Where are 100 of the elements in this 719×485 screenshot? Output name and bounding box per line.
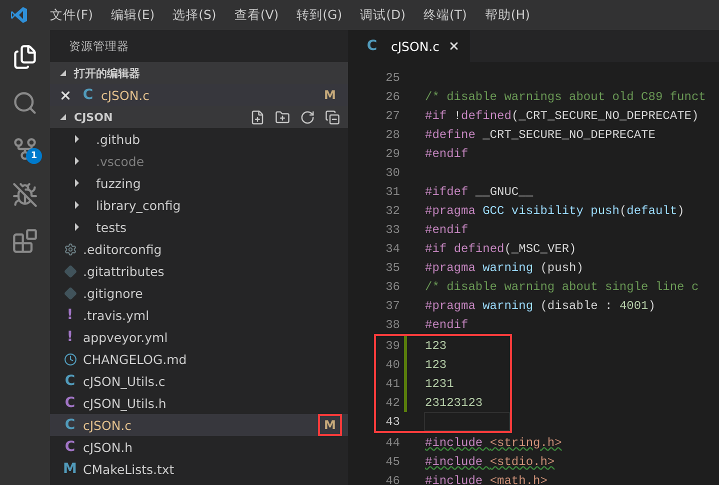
code-token: #endif	[425, 146, 468, 160]
line-number: 27	[384, 108, 400, 122]
code-token: GCC visibility push	[482, 204, 620, 218]
close-icon[interactable]	[58, 88, 72, 102]
file-tree-item[interactable]: C cJSON.h	[50, 436, 348, 458]
code-token: 123	[425, 338, 447, 352]
files-icon	[12, 44, 38, 70]
code-token: warning	[482, 260, 534, 274]
file-type-icon: !	[62, 329, 78, 345]
code-token: default	[626, 204, 678, 218]
file-type-icon: C	[62, 395, 78, 411]
code-token: (push)	[539, 260, 584, 274]
code-token: #if	[425, 242, 448, 256]
code-token: 123	[425, 358, 447, 372]
count-badge: 1	[26, 148, 42, 164]
line-number: 35	[384, 260, 400, 274]
file-tree-item[interactable]: C cJSON_Utils.c	[50, 370, 348, 392]
bug-off-icon	[12, 182, 38, 208]
file-tree-item[interactable]: M CMakeLists.txt	[50, 458, 348, 480]
line-number: 34	[384, 242, 400, 256]
line-number: 41	[384, 376, 400, 390]
code-token: #endif	[425, 318, 468, 332]
file-tree-item[interactable]: C cJSON.c M	[50, 414, 348, 436]
gear-icon	[62, 241, 78, 257]
code-token: (_CRT_SECURE_NO_DEPRECATE)	[511, 108, 699, 122]
code-token: (_MSC_VER)	[504, 242, 576, 256]
extensions-icon	[12, 228, 38, 254]
code-token: #include	[425, 474, 484, 485]
code-token: warning	[482, 298, 534, 312]
code-token: /* disable warnings about old C89 funct	[425, 90, 706, 104]
file-tree-item[interactable]: ! appveyor.yml	[50, 326, 348, 348]
file-tree-item[interactable]: .gitattributes	[50, 260, 348, 282]
code-token: !	[454, 108, 462, 122]
code-token: 23123123	[425, 396, 483, 410]
expand-triangle-icon[interactable]	[72, 178, 82, 188]
line-number: 25	[384, 70, 400, 84]
code-token: #endif	[425, 222, 468, 236]
file-tree-item[interactable]: .editorconfig	[50, 238, 348, 260]
file-tree-item[interactable]: fuzzing	[50, 172, 348, 194]
menu-item[interactable]: 文件(F)	[41, 6, 102, 24]
new-folder-icon[interactable]	[275, 110, 290, 124]
code-token: defined	[461, 108, 512, 122]
menu-item[interactable]: 帮助(H)	[476, 6, 540, 24]
code-token: #if	[425, 108, 448, 122]
line-number: 46	[384, 474, 400, 485]
code-token: )	[648, 298, 656, 312]
file-tree-item[interactable]: ! .travis.yml	[50, 304, 348, 326]
file-tree-item[interactable]: C cJSON_Utils.h	[50, 392, 348, 414]
section-header[interactable]: 打开的编辑器	[50, 62, 348, 84]
line-number: 30	[384, 166, 400, 180]
modified-indicator: M	[323, 87, 337, 104]
menu-item[interactable]: 查看(V)	[225, 6, 288, 24]
collapse-all-icon[interactable]	[325, 110, 340, 124]
line-number: 38	[384, 318, 400, 332]
code-token: __GNUC__	[475, 184, 534, 198]
collapse-triangle-icon[interactable]	[58, 68, 68, 78]
code-token: /* disable warning about single line c	[425, 280, 699, 294]
menu-item[interactable]: 选择(S)	[164, 6, 226, 24]
menu-item[interactable]: 调试(D)	[351, 6, 414, 24]
collapse-triangle-icon[interactable]	[58, 112, 68, 122]
expand-triangle-icon[interactable]	[72, 134, 82, 144]
modified-indicator: M	[318, 414, 342, 436]
file-tree-item[interactable]: .gitignore	[50, 282, 348, 304]
new-file-icon[interactable]	[250, 110, 265, 124]
section-header[interactable]: CJSON	[50, 106, 348, 128]
search-icon	[12, 90, 38, 116]
expand-triangle-icon[interactable]	[72, 156, 82, 166]
editor-tab[interactable]: C cJSON.c	[348, 30, 470, 62]
close-icon[interactable]	[448, 40, 460, 52]
file-type-icon: M	[62, 461, 78, 477]
file-tree-item[interactable]: .github	[50, 128, 348, 150]
file-tree-item[interactable]: .vscode	[50, 150, 348, 172]
code-token: (disable :	[539, 298, 614, 312]
code-token: #pragma	[425, 298, 476, 312]
line-number: 40	[384, 358, 400, 372]
expand-triangle-icon[interactable]	[72, 200, 82, 210]
code-token: 4001	[619, 298, 648, 312]
file-tree-item[interactable]: tests	[50, 216, 348, 238]
line-number: 45	[384, 454, 400, 468]
code-token: #define	[425, 128, 476, 142]
code-token: defined	[454, 242, 504, 256]
line-number: 42	[384, 396, 400, 410]
file-tree-item[interactable]: library_config	[50, 194, 348, 216]
line-number: 39	[384, 338, 400, 352]
open-editor-item[interactable]: C cJSON.c M	[50, 84, 348, 106]
file-type-icon: !	[62, 307, 78, 323]
clock-icon	[62, 351, 78, 367]
refresh-icon[interactable]	[300, 110, 315, 124]
file-type-icon: C	[62, 417, 78, 433]
line-number: 32	[384, 204, 400, 218]
code-token: 1231	[425, 376, 454, 390]
activity-bar-button[interactable]: 1	[0, 126, 50, 172]
file-type-icon: C	[364, 38, 380, 54]
menu-item[interactable]: 转到(G)	[288, 6, 352, 24]
diamond-icon	[62, 285, 78, 301]
expand-triangle-icon[interactable]	[72, 222, 82, 232]
file-tree-item[interactable]: CHANGELOG.md	[50, 348, 348, 370]
code-token: <string.h>	[490, 436, 562, 450]
menu-item[interactable]: 终端(T)	[414, 6, 476, 24]
menu-item[interactable]: 编辑(E)	[102, 6, 164, 24]
